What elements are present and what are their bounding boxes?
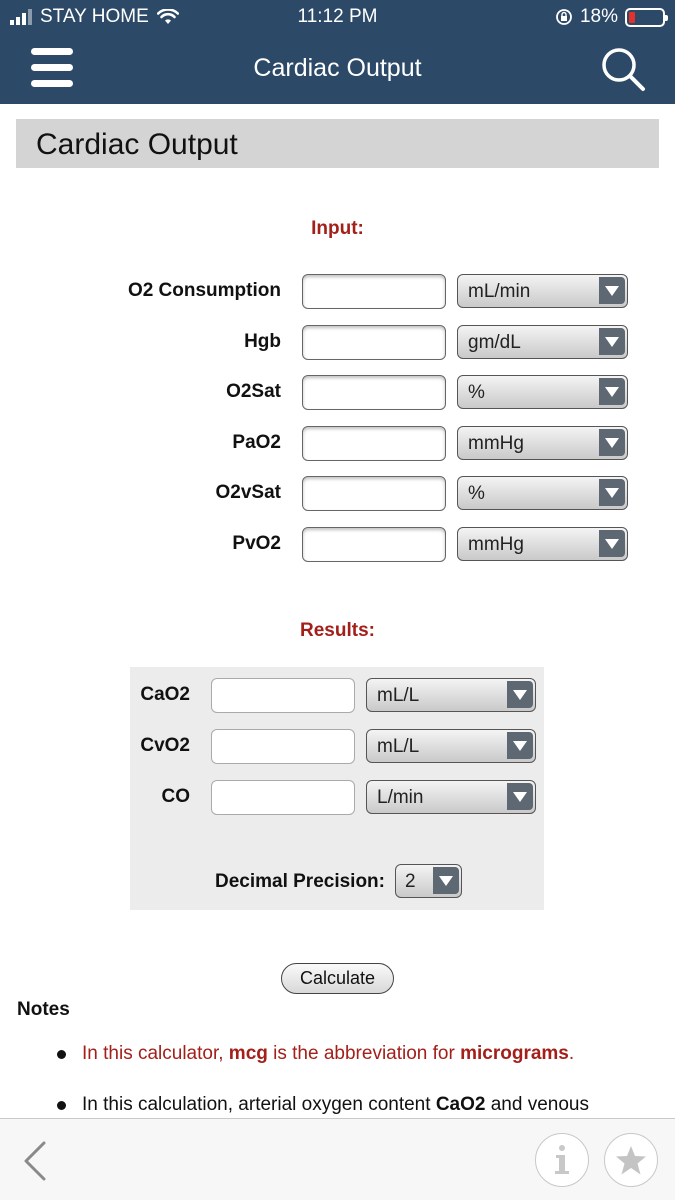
bullet [57,1050,66,1059]
chevron-left-icon[interactable] [20,1139,50,1183]
chevron-down-icon [507,681,533,708]
notes-heading: Notes [17,999,70,1020]
cvo2-output[interactable] [211,729,355,764]
info-button[interactable] [535,1133,589,1187]
note-text: and venous [485,1094,589,1115]
nav-bar: Cardiac Output [0,34,675,104]
search-icon[interactable] [600,46,646,92]
chevron-down-icon [599,429,625,456]
o2vsat-label: O2vSat [215,482,281,503]
note-text: . [568,1043,575,1064]
o2sat-unit-value: % [468,382,485,403]
cao2-output[interactable] [211,678,355,713]
chevron-down-icon [599,277,625,304]
chevron-down-icon [599,328,625,355]
o2-consumption-input[interactable] [302,274,446,309]
note-term-mcg: mcg [228,1043,268,1064]
note-text: In this calculator, [82,1043,229,1064]
decimal-precision-label: Decimal Precision: [214,871,385,892]
nav-title: Cardiac Output [253,54,422,82]
pvo2-unit-value: mmHg [468,534,524,555]
results-section-title: Results: [300,620,375,641]
favorite-button[interactable] [604,1133,658,1187]
cao2-unit-select[interactable]: mL/L [366,678,536,712]
page-heading-bar: Cardiac Output [16,119,659,168]
hgb-unit-select[interactable]: gm/dL [457,325,628,359]
hgb-input[interactable] [302,325,446,360]
input-section-title: Input: [311,218,364,239]
note-mcg: In this calculator, mcg is the abbreviat… [82,1043,574,1065]
cvo2-unit-select[interactable]: mL/L [366,729,536,763]
o2vsat-input[interactable] [302,476,446,511]
calculate-button[interactable]: Calculate [281,963,394,994]
cvo2-unit-value: mL/L [377,736,420,757]
o2-consumption-label: O2 Consumption [127,280,281,301]
cao2-label: CaO2 [140,684,190,705]
o2-consumption-unit-select[interactable]: mL/min [457,274,628,308]
o2sat-input[interactable] [302,375,446,410]
star-icon [615,1145,646,1174]
bottom-toolbar [0,1118,675,1200]
status-bar: STAY HOME 11:12 PM 18% [0,0,675,34]
pvo2-input[interactable] [302,527,446,562]
chevron-down-icon [507,783,533,810]
top-bar: STAY HOME 11:12 PM 18% Cardiac Output [0,0,675,104]
note-text: is the abbreviation for [267,1043,461,1064]
chevron-down-icon [599,479,625,506]
note-term-micrograms: micrograms [460,1043,569,1064]
bullet [57,1101,66,1110]
note-term-cao2: CaO2 [435,1094,486,1115]
pao2-input[interactable] [302,426,446,461]
co-label: CO [161,786,191,807]
co-output[interactable] [211,780,355,815]
pao2-label: PaO2 [232,432,281,453]
pao2-unit-select[interactable]: mmHg [457,426,628,460]
page-title: Cardiac Output [36,128,238,161]
chevron-down-icon [507,732,533,759]
hgb-label: Hgb [244,331,281,352]
battery-icon [625,7,668,27]
decimal-precision-value: 2 [405,871,416,892]
battery-percent: 18% [579,6,618,27]
o2vsat-unit-value: % [468,483,485,504]
chevron-down-icon [599,378,625,405]
pao2-unit-value: mmHg [468,433,524,454]
note-cao2: In this calculation, arterial oxygen con… [82,1094,589,1116]
o2-consumption-unit-value: mL/min [468,281,531,302]
pvo2-unit-select[interactable]: mmHg [457,527,628,561]
co-unit-select[interactable]: L/min [366,780,536,814]
rotation-lock-icon [556,9,572,25]
note-text: In this calculation, arterial oxygen con… [82,1094,436,1115]
cao2-unit-value: mL/L [377,685,420,706]
co-unit-value: L/min [377,787,424,808]
pvo2-label: PvO2 [232,533,281,554]
decimal-precision-select[interactable]: 2 [395,864,462,898]
o2sat-unit-select[interactable]: % [457,375,628,409]
cvo2-label: CvO2 [140,735,190,756]
o2vsat-unit-select[interactable]: % [457,476,628,510]
hgb-unit-value: gm/dL [468,332,521,353]
o2sat-label: O2Sat [226,381,281,402]
chevron-down-icon [599,530,625,557]
chevron-down-icon [433,867,459,894]
info-icon [554,1144,569,1174]
